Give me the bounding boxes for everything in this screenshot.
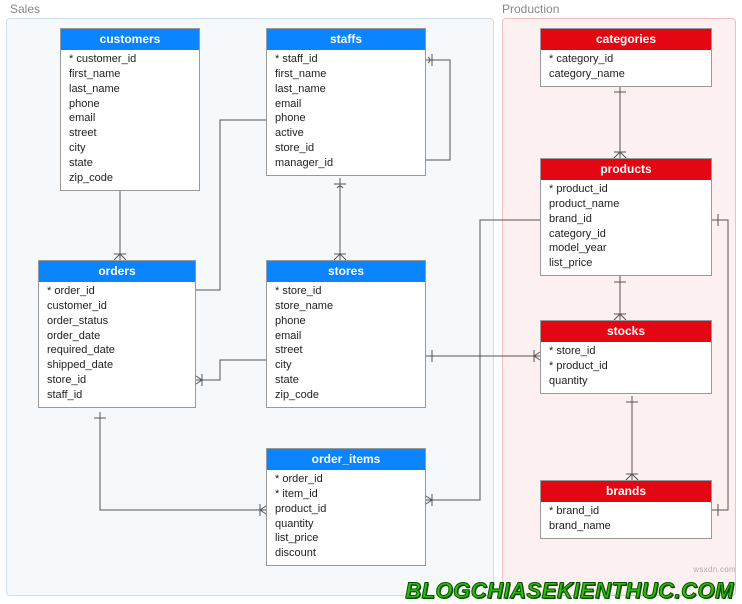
entity-header: customers	[61, 29, 199, 50]
column: * item_id	[275, 487, 417, 502]
source-text: wsxdn.com	[693, 565, 736, 574]
entity-products: products * product_id product_name brand…	[540, 158, 712, 276]
column: first_name	[275, 67, 417, 82]
entity-header: stores	[267, 261, 425, 282]
column: quantity	[275, 517, 417, 532]
column: * store_id	[275, 284, 417, 299]
entity-header: staffs	[267, 29, 425, 50]
column: product_id	[275, 502, 417, 517]
entity-body: * staff_id first_name last_name email ph…	[267, 50, 425, 175]
column: email	[69, 111, 191, 126]
column: brand_name	[549, 519, 703, 534]
column: * product_id	[549, 359, 703, 374]
column: shipped_date	[47, 358, 187, 373]
entity-header: order_items	[267, 449, 425, 470]
column: order_date	[47, 329, 187, 344]
column: category_name	[549, 67, 703, 82]
column: * customer_id	[69, 52, 191, 67]
column: street	[69, 126, 191, 141]
column: street	[275, 343, 417, 358]
column: active	[275, 126, 417, 141]
column: zip_code	[69, 171, 191, 186]
column: * brand_id	[549, 504, 703, 519]
column: email	[275, 97, 417, 112]
column: staff_id	[47, 388, 187, 403]
entity-stores: stores * store_id store_name phone email…	[266, 260, 426, 408]
column: first_name	[69, 67, 191, 82]
column: store_id	[47, 373, 187, 388]
column: discount	[275, 546, 417, 561]
column: customer_id	[47, 299, 187, 314]
entity-body: * order_id * item_id product_id quantity…	[267, 470, 425, 565]
column: list_price	[549, 256, 703, 271]
column: zip_code	[275, 388, 417, 403]
entity-body: * order_id customer_id order_status orde…	[39, 282, 195, 407]
entity-body: * store_id store_name phone email street…	[267, 282, 425, 407]
column: model_year	[549, 241, 703, 256]
schema-label-sales: Sales	[10, 2, 40, 16]
column: phone	[275, 111, 417, 126]
column: city	[275, 358, 417, 373]
entity-brands: brands * brand_id brand_name	[540, 480, 712, 539]
entity-stocks: stocks * store_id * product_id quantity	[540, 320, 712, 394]
entity-header: categories	[541, 29, 711, 50]
column: * order_id	[47, 284, 187, 299]
entity-body: * category_id category_name	[541, 50, 711, 86]
column: state	[69, 156, 191, 171]
entity-categories: categories * category_id category_name	[540, 28, 712, 87]
column: * order_id	[275, 472, 417, 487]
entity-body: * store_id * product_id quantity	[541, 342, 711, 393]
column: list_price	[275, 531, 417, 546]
entity-header: stocks	[541, 321, 711, 342]
column: order_status	[47, 314, 187, 329]
column: email	[275, 329, 417, 344]
column: last_name	[69, 82, 191, 97]
column: phone	[69, 97, 191, 112]
column: * category_id	[549, 52, 703, 67]
entity-header: products	[541, 159, 711, 180]
column: manager_id	[275, 156, 417, 171]
column: state	[275, 373, 417, 388]
column: * product_id	[549, 182, 703, 197]
column: * staff_id	[275, 52, 417, 67]
column: brand_id	[549, 212, 703, 227]
column: required_date	[47, 343, 187, 358]
column: store_id	[275, 141, 417, 156]
schema-label-production: Production	[502, 2, 559, 16]
entity-order-items: order_items * order_id * item_id product…	[266, 448, 426, 566]
entity-header: orders	[39, 261, 195, 282]
entity-staffs: staffs * staff_id first_name last_name e…	[266, 28, 426, 176]
entity-header: brands	[541, 481, 711, 502]
entity-body: * customer_id first_name last_name phone…	[61, 50, 199, 190]
column: quantity	[549, 374, 703, 389]
column: category_id	[549, 227, 703, 242]
entity-customers: customers * customer_id first_name last_…	[60, 28, 200, 191]
column: last_name	[275, 82, 417, 97]
entity-body: * product_id product_name brand_id categ…	[541, 180, 711, 275]
watermark: BLOGCHIASEKIENTHUC.COM	[405, 578, 734, 604]
entity-body: * brand_id brand_name	[541, 502, 711, 538]
column: * store_id	[549, 344, 703, 359]
column: city	[69, 141, 191, 156]
column: phone	[275, 314, 417, 329]
entity-orders: orders * order_id customer_id order_stat…	[38, 260, 196, 408]
column: product_name	[549, 197, 703, 212]
column: store_name	[275, 299, 417, 314]
